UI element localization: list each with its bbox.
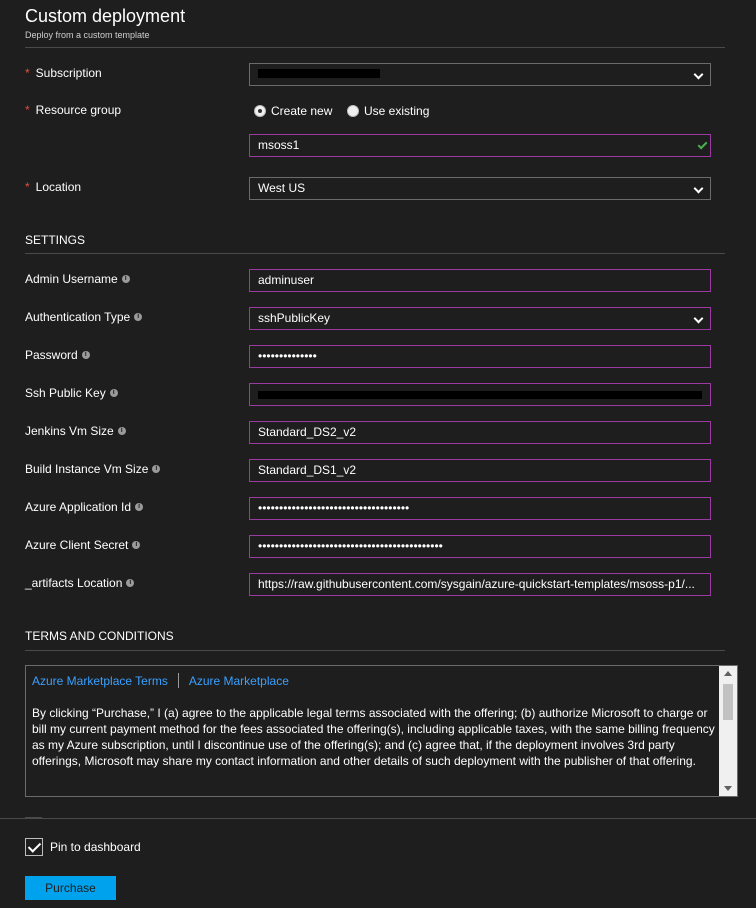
artifacts-location-input[interactable]: https://raw.githubusercontent.com/sysgai… bbox=[249, 573, 711, 596]
build-instance-vm-size-label-text: Build Instance Vm Size bbox=[25, 462, 149, 476]
admin-username-input[interactable]: adminuser bbox=[249, 269, 711, 292]
location-value: West US bbox=[258, 181, 306, 195]
required-marker: * bbox=[25, 180, 30, 194]
marketplace-terms-link[interactable]: Azure Marketplace Terms bbox=[32, 674, 168, 688]
azure-client-secret-label: Azure Client Secret i bbox=[25, 538, 141, 552]
info-icon[interactable]: i bbox=[81, 351, 90, 359]
marketplace-link[interactable]: Azure Marketplace bbox=[189, 674, 289, 688]
settings-heading: SETTINGS bbox=[25, 233, 86, 247]
jenkins-vm-size-label: Jenkins Vm Size i bbox=[25, 424, 126, 438]
page-subtitle: Deploy from a custom template bbox=[25, 30, 150, 40]
resource-group-value: msoss1 bbox=[258, 138, 300, 152]
info-icon[interactable]: i bbox=[135, 503, 144, 511]
header-divider bbox=[25, 47, 725, 48]
location-label-text: Location bbox=[35, 180, 82, 194]
terms-links: Azure Marketplace Terms Azure Marketplac… bbox=[32, 673, 289, 688]
scroll-down-icon[interactable] bbox=[724, 786, 732, 791]
ssh-public-key-label: Ssh Public Key i bbox=[25, 386, 118, 400]
terms-body: By clicking “Purchase,” I (a) agree to t… bbox=[32, 706, 715, 768]
subscription-label-text: Subscription bbox=[35, 66, 102, 80]
terms-scrollbar[interactable] bbox=[719, 666, 737, 796]
azure-client-secret-input[interactable]: ••••••••••••••••••••••••••••••••••••••••… bbox=[249, 535, 711, 558]
footer-divider-stub bbox=[25, 817, 42, 819]
redacted-ssh-key-value bbox=[258, 391, 702, 399]
info-icon[interactable]: i bbox=[109, 389, 118, 397]
info-icon[interactable]: i bbox=[117, 427, 126, 435]
artifacts-location-label: _artifacts Location i bbox=[25, 576, 135, 590]
build-instance-vm-size-input[interactable]: Standard_DS1_v2 bbox=[249, 459, 711, 482]
resource-group-label-text: Resource group bbox=[35, 103, 122, 117]
redacted-subscription-value bbox=[258, 69, 380, 78]
build-instance-vm-size-label: Build Instance Vm Size i bbox=[25, 462, 161, 476]
pin-to-dashboard-checkbox[interactable] bbox=[25, 838, 43, 856]
password-input[interactable]: •••••••••••••• bbox=[249, 345, 711, 368]
azure-application-id-input[interactable]: •••••••••••••••••••••••••••••••••••• bbox=[249, 497, 711, 520]
radio-use-existing[interactable]: Use existing bbox=[347, 104, 429, 118]
pin-to-dashboard-label: Pin to dashboard bbox=[50, 840, 141, 854]
subscription-select[interactable] bbox=[249, 63, 711, 86]
password-label-text: Password bbox=[25, 348, 78, 362]
info-icon[interactable]: i bbox=[132, 541, 141, 549]
admin-username-label: Admin Username i bbox=[25, 272, 130, 286]
location-label: * Location bbox=[25, 180, 81, 194]
jenkins-vm-size-label-text: Jenkins Vm Size bbox=[25, 424, 114, 438]
chevron-down-icon bbox=[693, 183, 704, 194]
terms-heading: TERMS AND CONDITIONS bbox=[25, 629, 174, 643]
jenkins-vm-size-input[interactable]: Standard_DS2_v2 bbox=[249, 421, 711, 444]
authentication-type-label-text: Authentication Type bbox=[25, 310, 131, 324]
chevron-down-icon bbox=[693, 313, 704, 324]
radio-create-new[interactable]: Create new bbox=[254, 104, 332, 118]
link-separator bbox=[177, 673, 179, 688]
page-title: Custom deployment bbox=[25, 6, 186, 26]
admin-username-label-text: Admin Username bbox=[25, 272, 118, 286]
azure-client-secret-label-text: Azure Client Secret bbox=[25, 538, 129, 552]
artifacts-location-label-text: _artifacts Location bbox=[25, 576, 123, 590]
info-icon[interactable]: i bbox=[152, 465, 161, 473]
resource-group-input[interactable]: msoss1 bbox=[249, 134, 711, 157]
authentication-type-label: Authentication Type i bbox=[25, 310, 143, 324]
radio-use-existing-label: Use existing bbox=[364, 104, 430, 118]
terms-box: Azure Marketplace Terms Azure Marketplac… bbox=[25, 665, 738, 797]
chevron-down-icon bbox=[693, 69, 704, 80]
purchase-button[interactable]: Purchase bbox=[25, 876, 116, 900]
radio-create-new-label: Create new bbox=[271, 104, 333, 118]
scroll-thumb[interactable] bbox=[723, 684, 733, 720]
terms-divider bbox=[25, 650, 725, 651]
subscription-label: * Subscription bbox=[25, 66, 102, 80]
azure-application-id-label: Azure Application Id i bbox=[25, 500, 144, 514]
radio-selected-icon[interactable] bbox=[254, 105, 266, 117]
resource-group-label: * Resource group bbox=[25, 103, 121, 117]
required-marker: * bbox=[25, 103, 30, 117]
footer-divider bbox=[0, 818, 756, 819]
location-select[interactable]: West US bbox=[249, 177, 711, 200]
info-icon[interactable]: i bbox=[121, 275, 130, 283]
password-label: Password i bbox=[25, 348, 90, 362]
radio-unselected-icon[interactable] bbox=[347, 105, 359, 117]
settings-divider bbox=[25, 253, 725, 254]
required-marker: * bbox=[25, 66, 30, 80]
scroll-up-icon[interactable] bbox=[724, 671, 732, 676]
authentication-type-select[interactable]: sshPublicKey bbox=[249, 307, 711, 330]
ssh-public-key-input[interactable] bbox=[249, 383, 711, 406]
ssh-public-key-label-text: Ssh Public Key bbox=[25, 386, 106, 400]
azure-application-id-label-text: Azure Application Id bbox=[25, 500, 132, 514]
info-icon[interactable]: i bbox=[126, 579, 135, 587]
valid-check-icon bbox=[697, 139, 708, 150]
info-icon[interactable]: i bbox=[134, 313, 143, 321]
authentication-type-value: sshPublicKey bbox=[258, 311, 331, 325]
